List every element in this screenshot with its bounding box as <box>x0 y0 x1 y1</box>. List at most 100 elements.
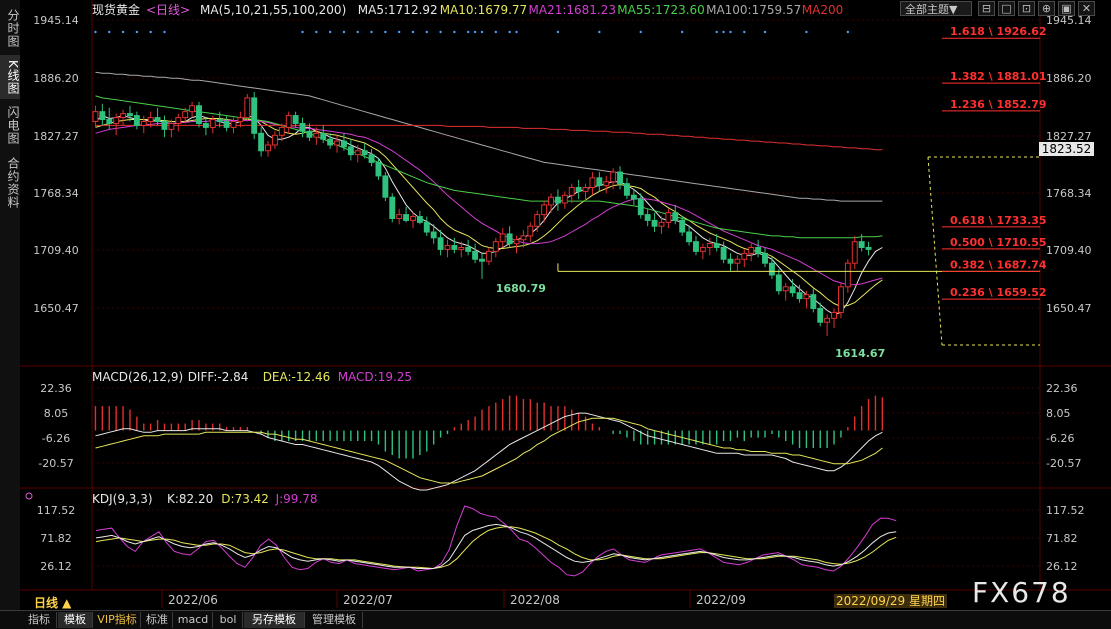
candle-body <box>147 117 154 123</box>
signal-dot <box>805 30 808 34</box>
bottom-button-2[interactable]: VIP指标 <box>94 612 141 628</box>
candle-body <box>658 221 665 227</box>
y-tick-label-right: 1709.40 <box>1046 244 1092 257</box>
signal-dot <box>315 30 318 34</box>
signal-dot <box>356 30 359 34</box>
toolbar-button-3[interactable]: ⊡ <box>1018 1 1035 16</box>
fib-level-label: 0.382 \ 1687.74 <box>950 258 1047 271</box>
theme-select[interactable]: 全部主题▼ <box>900 1 972 16</box>
y-tick-label-right: -20.57 <box>1046 457 1081 470</box>
candle-body <box>375 161 382 177</box>
low-annotation: 1680.79 <box>496 282 546 295</box>
legend-item: 现货黄金 <box>92 2 140 17</box>
candle-body <box>230 121 237 128</box>
candle-body <box>209 119 216 128</box>
bottom-button-1[interactable]: 模板 <box>58 612 93 628</box>
candle-body <box>582 187 589 192</box>
legend-item: MA100:1759.57 <box>706 3 801 17</box>
signal-dot <box>639 30 642 34</box>
candle-body <box>327 138 334 146</box>
candle-body <box>189 105 196 113</box>
close-icon[interactable]: ✕ <box>1078 1 1095 16</box>
signal-dot <box>108 30 111 34</box>
legend-item: DIFF:-2.84 <box>188 370 249 384</box>
sidebar-item-kline[interactable]: K线图 <box>0 55 20 99</box>
signal-dot <box>453 30 456 34</box>
candle-body <box>313 132 320 138</box>
kline-chart[interactable]: 1945.14 1945.141886.20 1886.201827.27 1827.… <box>20 0 1111 610</box>
signal-dot <box>384 30 387 34</box>
bottom-button-6[interactable]: 另存模板 <box>244 612 305 628</box>
signal-dot <box>473 30 477 34</box>
y-tick-label-left: 71.82 <box>40 532 72 545</box>
candle-body <box>851 241 858 264</box>
y-tick-label-right: 71.82 <box>1046 532 1078 545</box>
y-tick-label-left: 1650.47 <box>33 302 79 315</box>
candle-body <box>527 225 534 237</box>
sidebar-item-timeshare[interactable]: 分时图 <box>0 6 20 51</box>
candle-body <box>554 196 561 204</box>
candle-body <box>665 212 672 223</box>
signal-dot <box>556 30 560 34</box>
legend-item: <日线> <box>146 3 190 17</box>
candle-body <box>354 150 361 156</box>
candle-body <box>837 286 844 313</box>
candle-body <box>154 117 161 123</box>
legend-item: D:73.42 <box>221 492 269 506</box>
candle-body <box>258 132 265 152</box>
fib-level-label: 0.500 \ 1710.55 <box>950 236 1047 249</box>
candle-body <box>347 146 354 156</box>
candle-body <box>755 246 762 254</box>
bottom-button-3[interactable]: 标准 <box>142 612 173 628</box>
candle-body <box>803 294 810 300</box>
signal-dot <box>680 30 684 34</box>
candle-body <box>568 187 575 196</box>
sidebar-item-flash[interactable]: 闪电图 <box>0 102 20 148</box>
signal-dot <box>328 30 332 34</box>
y-tick-label-left: -6.26 <box>42 432 70 445</box>
chart-window: 分时图 K线图 闪电图 合约资料 1945.14 1945.14 1886.20 18… <box>0 0 1111 629</box>
candle-body <box>106 119 113 124</box>
x-tick-label: 2022/07 <box>343 593 393 607</box>
toolbar-button-2[interactable]: □ <box>998 1 1015 16</box>
candle-body <box>265 144 271 152</box>
bottom-button-4[interactable]: macd <box>174 612 213 628</box>
legend-item: KDJ(9,3,3) <box>92 492 153 506</box>
candle-body <box>334 140 340 146</box>
candle-body <box>120 113 127 119</box>
cursor-date-label: 2022/09/29 星期四 <box>834 594 947 608</box>
period-selector[interactable]: 日线 ▲ <box>34 594 71 611</box>
candle-body <box>223 121 230 128</box>
bottom-button-7[interactable]: 管理模板 <box>306 612 363 628</box>
candle-body <box>534 214 541 227</box>
bottom-button-5[interactable]: bol <box>214 612 243 628</box>
legend-item: MA200 <box>802 3 843 17</box>
candle-body <box>175 117 182 124</box>
toolbar-button-4[interactable]: ⊕ <box>1038 1 1055 16</box>
candle-body <box>416 216 423 223</box>
y-tick-label-left: 1768.34 <box>33 187 79 200</box>
signal-dot <box>715 30 718 34</box>
candle-body <box>644 214 651 221</box>
toolbar-button-5[interactable]: ▣ <box>1058 1 1075 16</box>
bottom-button-0[interactable]: 指标 <box>22 612 57 628</box>
toolbar-button-1[interactable]: ⊟ <box>978 1 995 16</box>
candle-body <box>492 241 499 252</box>
candle-body <box>423 221 430 233</box>
candle-body <box>499 233 506 243</box>
y-tick-label-right: 1650.47 <box>1046 302 1092 315</box>
y-tick-label-left: 117.52 <box>37 504 76 517</box>
sidebar-item-contract-info[interactable]: 合约资料 <box>0 153 20 213</box>
candle-body <box>396 214 403 219</box>
fib-level-label: 0.236 \ 1659.52 <box>950 286 1047 299</box>
candle-body <box>306 130 313 138</box>
candle-body <box>824 317 831 323</box>
fib-level-label: 0.618 \ 1733.35 <box>950 214 1047 227</box>
candle-body <box>361 150 368 156</box>
candle-body <box>140 121 147 126</box>
legend-item: DEA:-12.46 <box>263 370 331 384</box>
candle-body <box>865 246 872 250</box>
candle-body <box>706 243 713 248</box>
candle-body <box>541 204 548 216</box>
candle-body <box>844 262 851 288</box>
